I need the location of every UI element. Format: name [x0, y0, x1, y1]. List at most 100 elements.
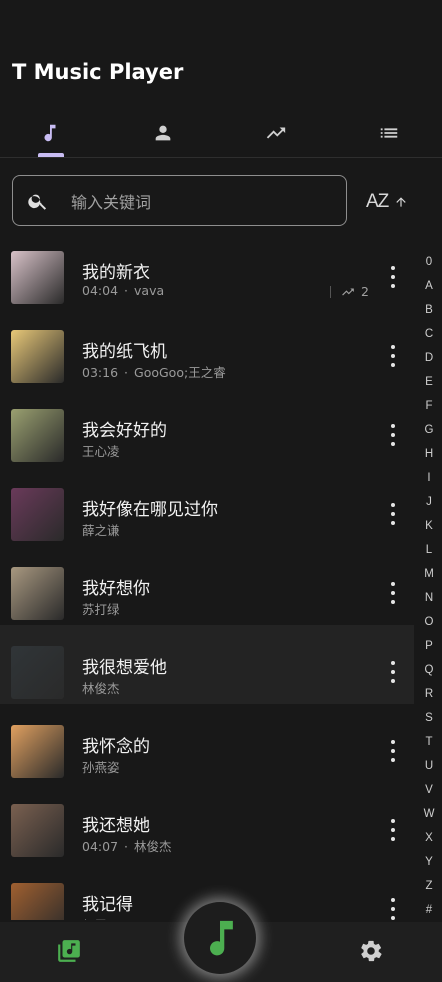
- alphabet-letter[interactable]: H: [418, 442, 440, 466]
- song-row[interactable]: 我怀念的 孙燕姿: [0, 704, 414, 783]
- song-artist: 林俊杰: [134, 839, 172, 854]
- song-artist: vava: [134, 283, 165, 298]
- alphabet-letter[interactable]: Q: [418, 658, 440, 682]
- alphabet-letter[interactable]: J: [418, 490, 440, 514]
- search-input[interactable]: [69, 188, 333, 216]
- song-subtitle: 林俊杰: [82, 678, 120, 697]
- song-subtitle: 孙燕姿: [82, 757, 120, 776]
- alphabet-letter[interactable]: G: [418, 418, 440, 442]
- alphabet-letter[interactable]: A: [418, 274, 440, 298]
- alphabet-letter[interactable]: T: [418, 730, 440, 754]
- album-cover: [11, 409, 64, 462]
- music-library-icon[interactable]: [56, 938, 82, 964]
- alphabet-index[interactable]: 0 A B C D E F G H I J K L M N O P Q R S T U V W X Y Z #: [418, 250, 440, 922]
- song-artist: 林俊杰: [82, 681, 120, 696]
- song-title: 我记得: [82, 895, 133, 915]
- sort-az-label: AZ: [366, 191, 389, 212]
- search-box[interactable]: [12, 175, 347, 226]
- album-cover: [11, 646, 64, 699]
- song-row[interactable]: 我的新衣 04:04 · vava 2: [0, 230, 414, 309]
- trending-up-icon: [342, 288, 354, 295]
- song-subtitle: 赵雷: [82, 915, 107, 920]
- tab-artists[interactable]: [108, 110, 218, 156]
- alphabet-letter[interactable]: E: [418, 370, 440, 394]
- alphabet-letter[interactable]: K: [418, 514, 440, 538]
- alphabet-letter[interactable]: R: [418, 682, 440, 706]
- song-artist: 孙燕姿: [82, 760, 120, 775]
- now-playing-button[interactable]: [184, 902, 256, 974]
- alphabet-letter[interactable]: I: [418, 466, 440, 490]
- alphabet-letter[interactable]: F: [418, 394, 440, 418]
- alphabet-letter[interactable]: V: [418, 778, 440, 802]
- tab-bar: [0, 110, 442, 158]
- more-options-icon[interactable]: [383, 424, 403, 446]
- alphabet-letter[interactable]: Y: [418, 850, 440, 874]
- alphabet-letter[interactable]: Z: [418, 874, 440, 898]
- album-cover: [11, 804, 64, 857]
- arrow-up-icon: [396, 197, 406, 207]
- more-options-icon[interactable]: [383, 503, 403, 525]
- alphabet-letter[interactable]: L: [418, 538, 440, 562]
- alphabet-letter[interactable]: X: [418, 826, 440, 850]
- song-subtitle: 薛之谦: [82, 520, 120, 539]
- alphabet-letter[interactable]: B: [418, 298, 440, 322]
- sort-button[interactable]: AZ: [366, 185, 424, 219]
- tab-playlists[interactable]: [334, 110, 442, 156]
- song-list: 我的新衣 04:04 · vava 2 我的纸飞机 03:16 · GooGoo;王之睿 我会好好…: [0, 230, 414, 920]
- song-artist: 赵雷: [82, 918, 107, 920]
- tab-divider: [0, 157, 442, 158]
- alphabet-letter[interactable]: M: [418, 562, 440, 586]
- more-options-icon[interactable]: [383, 740, 403, 762]
- more-options-icon[interactable]: [383, 266, 403, 288]
- play-count: 2: [330, 284, 369, 299]
- song-row[interactable]: 我好像在哪见过你薛之谦: [0, 467, 414, 546]
- alphabet-letter[interactable]: C: [418, 322, 440, 346]
- tab-songs[interactable]: [0, 110, 105, 156]
- song-duration: 04:04: [82, 283, 119, 298]
- divider: [330, 285, 331, 298]
- alphabet-letter[interactable]: S: [418, 706, 440, 730]
- play-count-value: 2: [361, 284, 369, 299]
- app-title: T Music Player: [12, 60, 184, 84]
- alphabet-letter[interactable]: P: [418, 634, 440, 658]
- more-options-icon[interactable]: [383, 582, 403, 604]
- list-icon: [380, 128, 398, 138]
- music-note-icon: [210, 920, 233, 956]
- song-duration: 03:16: [82, 365, 119, 380]
- separator: ·: [124, 283, 129, 298]
- album-cover: [11, 330, 64, 383]
- album-cover: [11, 567, 64, 620]
- song-row[interactable]: 我还想她 04:07 · 林俊杰: [0, 783, 414, 862]
- separator: ·: [124, 365, 129, 380]
- album-cover: [11, 251, 64, 304]
- song-row[interactable]: 我好想你 苏打绿: [0, 546, 414, 625]
- gear-icon[interactable]: [358, 938, 384, 964]
- song-title: 我好像在哪见过你: [82, 500, 218, 520]
- tab-trending[interactable]: [221, 110, 331, 156]
- alphabet-letter[interactable]: O: [418, 610, 440, 634]
- song-artist: 薛之谦: [82, 523, 120, 538]
- song-title: 我的纸飞机: [82, 342, 167, 362]
- search-icon: [28, 194, 47, 210]
- song-subtitle: 03:16 · GooGoo;王之睿: [82, 362, 226, 381]
- alphabet-letter[interactable]: D: [418, 346, 440, 370]
- alphabet-letter[interactable]: #: [418, 898, 440, 922]
- more-options-icon[interactable]: [383, 898, 403, 920]
- song-title: 我好想你: [82, 579, 150, 599]
- song-row[interactable]: 我的纸飞机 03:16 · GooGoo;王之睿: [0, 309, 414, 388]
- song-duration: 04:07: [82, 839, 119, 854]
- song-artist: 王心凌: [82, 444, 120, 459]
- alphabet-letter[interactable]: N: [418, 586, 440, 610]
- more-options-icon[interactable]: [383, 661, 403, 683]
- song-row[interactable]: 我很想爱他 林俊杰: [0, 625, 414, 704]
- alphabet-letter[interactable]: 0: [418, 250, 440, 274]
- song-artist: GooGoo;王之睿: [134, 365, 226, 380]
- album-cover: [11, 725, 64, 778]
- song-title: 我会好好的: [82, 421, 167, 441]
- more-options-icon[interactable]: [383, 345, 403, 367]
- more-options-icon[interactable]: [383, 819, 403, 841]
- alphabet-letter[interactable]: U: [418, 754, 440, 778]
- song-row[interactable]: 我会好好的 王心凌: [0, 388, 414, 467]
- alphabet-letter[interactable]: W: [418, 802, 440, 826]
- music-note-icon: [44, 124, 56, 142]
